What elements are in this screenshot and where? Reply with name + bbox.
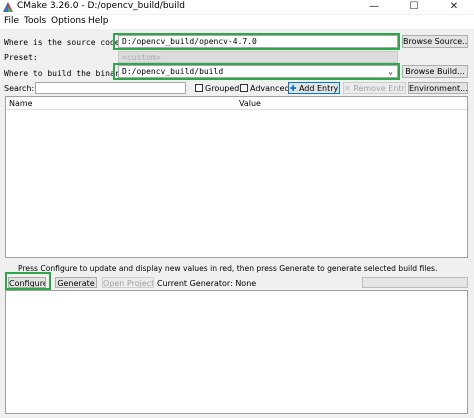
grouped-checkbox[interactable]	[195, 84, 203, 92]
generate-button[interactable]: Generate	[55, 277, 97, 288]
advanced-label: Advanced	[250, 84, 290, 93]
output-log[interactable]	[5, 290, 468, 414]
add-entry-label: Add Entry	[298, 84, 339, 93]
menu-help[interactable]: Help	[88, 16, 109, 26]
menu-options[interactable]: Options	[51, 16, 86, 26]
source-label: Where is the source code:	[4, 38, 125, 47]
progress-bar	[362, 277, 468, 288]
source-highlight-box	[113, 33, 400, 50]
menu-bar: File Tools Options Help	[0, 15, 474, 29]
column-header-name[interactable]: Name	[9, 99, 33, 108]
environment-button[interactable]: Environment...	[408, 82, 468, 94]
plus-icon: ✚	[289, 84, 297, 93]
browse-build-button[interactable]: Browse Build...	[402, 65, 468, 78]
minimize-icon[interactable]: —	[354, 0, 394, 14]
window-title: CMake 3.26.0 - D:/opencv_build/build	[17, 1, 185, 11]
configure-highlight-box	[5, 272, 51, 290]
menu-file[interactable]: File	[4, 16, 19, 26]
remove-icon: ✕	[344, 84, 351, 93]
open-project-button: Open Project	[102, 277, 154, 288]
binaries-highlight-box	[113, 63, 400, 80]
cmake-logo-icon	[3, 2, 13, 12]
preset-select: <custom>	[118, 51, 398, 63]
browse-source-button[interactable]: Browse Source...	[402, 35, 468, 48]
remove-entry-button: ✕ Remove Entry	[343, 82, 406, 94]
hint-text: Press Configure to update and display ne…	[18, 264, 438, 273]
preset-label: Preset:	[4, 53, 38, 62]
title-bar: CMake 3.26.0 - D:/opencv_build/build — ☐…	[0, 0, 474, 14]
search-label: Search:	[4, 84, 35, 93]
search-input[interactable]	[35, 82, 186, 94]
remove-entry-label: Remove Entry	[353, 84, 406, 93]
current-generator-label: Current Generator: None	[157, 279, 257, 288]
advanced-checkbox[interactable]	[240, 84, 248, 92]
close-icon[interactable]: ✕	[434, 0, 474, 14]
maximize-icon[interactable]: ☐	[394, 0, 434, 14]
header-divider	[6, 109, 467, 110]
cache-table[interactable]: Name Value	[5, 96, 468, 258]
add-entry-button[interactable]: ✚ Add Entry	[288, 82, 340, 94]
menu-tools[interactable]: Tools	[24, 16, 46, 26]
grouped-label: Grouped	[205, 84, 240, 93]
column-header-value[interactable]: Value	[239, 99, 261, 108]
